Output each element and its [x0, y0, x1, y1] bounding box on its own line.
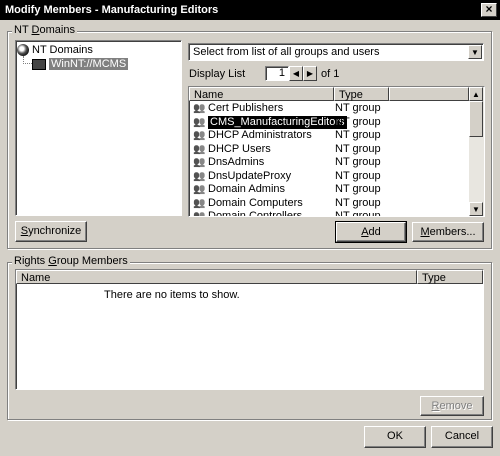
list-item-type: NT group	[335, 129, 381, 141]
list-item-type: NT group	[335, 196, 381, 209]
group-filter-select[interactable]: Select from list of all groups and users…	[188, 43, 484, 61]
list-item-name: DnsUpdateProxy	[208, 169, 292, 182]
col-header-spacer	[389, 87, 469, 101]
tree-item-nt-domains[interactable]: NT Domains	[17, 43, 93, 57]
list-item-name: CMS_ManufacturingEditors	[208, 115, 347, 129]
user-group-icon: 👥	[193, 143, 206, 155]
user-group-icon: 👥	[193, 197, 206, 209]
list-item-name: DHCP Users	[208, 142, 271, 155]
server-icon	[32, 58, 46, 70]
tree-connector	[23, 63, 32, 64]
cancel-button[interactable]: Cancel	[431, 426, 493, 448]
tree-item-winnt-mcms[interactable]: WinNT://MCMS	[32, 57, 129, 71]
list-item-name: DnsAdmins	[208, 156, 265, 168]
page-next-button[interactable]: ▶	[303, 66, 317, 81]
list-item[interactable]: 👥 DHCP Administrators NT group	[189, 129, 469, 143]
title-bar: Modify Members - Manufacturing Editors	[0, 0, 500, 20]
user-group-icon: 👥	[193, 211, 205, 216]
domain-tree[interactable]: NT Domains WinNT://MCMS	[15, 40, 182, 216]
window-title: Modify Members - Manufacturing Editors	[5, 4, 219, 16]
list-item-type: NT group	[335, 142, 381, 155]
list-item-type: NT group	[335, 156, 381, 168]
list-item[interactable]: 👥 DnsUpdateProxy NT group	[189, 170, 469, 184]
list-item-type: NT group	[335, 115, 381, 128]
close-icon: ×	[485, 2, 493, 16]
list-item-type: NT group	[335, 183, 381, 195]
list-item[interactable]: 👥 Domain Computers NT group	[189, 197, 469, 211]
scroll-thumb[interactable]	[469, 101, 483, 137]
user-group-icon: 👥	[193, 170, 206, 182]
user-group-icon: 👥	[193, 130, 206, 141]
page-count-label: of 1	[321, 68, 340, 80]
list-item[interactable]: 👥 Cert Publishers NT group	[189, 102, 469, 116]
list-item-name: Domain Controllers	[208, 210, 303, 216]
user-group-icon: 👥	[193, 157, 206, 168]
close-button[interactable]: ×	[481, 3, 497, 17]
page-number-input[interactable]: 1	[265, 66, 289, 81]
col-header-name[interactable]: Name	[16, 270, 417, 284]
synchronize-button[interactable]: Synchronize	[15, 221, 87, 242]
list-item[interactable]: 👥 DHCP Users NT group	[189, 143, 469, 157]
list-scrollbar[interactable]: ▲ ▼	[469, 87, 484, 216]
rights-members-list[interactable]: Name Type There are no items to show.	[15, 269, 484, 390]
scroll-down-button[interactable]: ▼	[469, 202, 483, 216]
col-header-type[interactable]: Type	[417, 270, 483, 284]
user-group-icon: 👥	[193, 103, 206, 114]
members-button[interactable]: Members...	[412, 222, 484, 242]
list-item[interactable]: 👥 Domain Admins NT group	[189, 183, 469, 197]
ok-button[interactable]: OK	[364, 426, 426, 448]
add-button[interactable]: Add	[335, 221, 407, 243]
scroll-up-button[interactable]: ▲	[469, 87, 483, 101]
rights-group-members-label: Rights Group Members	[12, 255, 130, 267]
col-header-name[interactable]: Name	[189, 87, 334, 101]
list-item[interactable]: 👥 DnsAdmins NT group	[189, 156, 469, 170]
user-group-icon: 👥	[193, 116, 206, 128]
list-item-type: NT group	[335, 102, 381, 114]
display-list-label: Display List	[189, 68, 246, 80]
group-list[interactable]: Name Type 👥 Cert Publishers NT group 👥 CMS_M…	[188, 86, 485, 217]
empty-list-message: There are no items to show.	[104, 289, 240, 301]
nt-domains-group-label: NT Domains	[12, 24, 77, 36]
list-item-name: Cert Publishers	[208, 102, 284, 114]
list-item[interactable]: 👥 CMS_ManufacturingEditors NT group	[189, 115, 469, 130]
list-item-name: DHCP Administrators	[208, 129, 312, 141]
list-item-name: Domain Admins	[208, 183, 286, 195]
list-item-type: NT group	[335, 169, 381, 182]
remove-button[interactable]: Remove	[420, 396, 484, 416]
list-item-name: Domain Computers	[208, 196, 303, 209]
list-rows: 👥 Cert Publishers NT group 👥 CMS_Manufacturi…	[189, 102, 469, 216]
page-prev-button[interactable]: ◀	[289, 66, 303, 81]
chevron-down-icon[interactable]: ▼	[468, 45, 482, 59]
globe-icon	[17, 44, 29, 57]
list-item-type: NT group	[335, 210, 381, 216]
col-header-type[interactable]: Type	[334, 87, 389, 101]
user-group-icon: 👥	[193, 184, 206, 195]
list-item[interactable]: 👥Domain Controllers NT group	[189, 210, 469, 216]
